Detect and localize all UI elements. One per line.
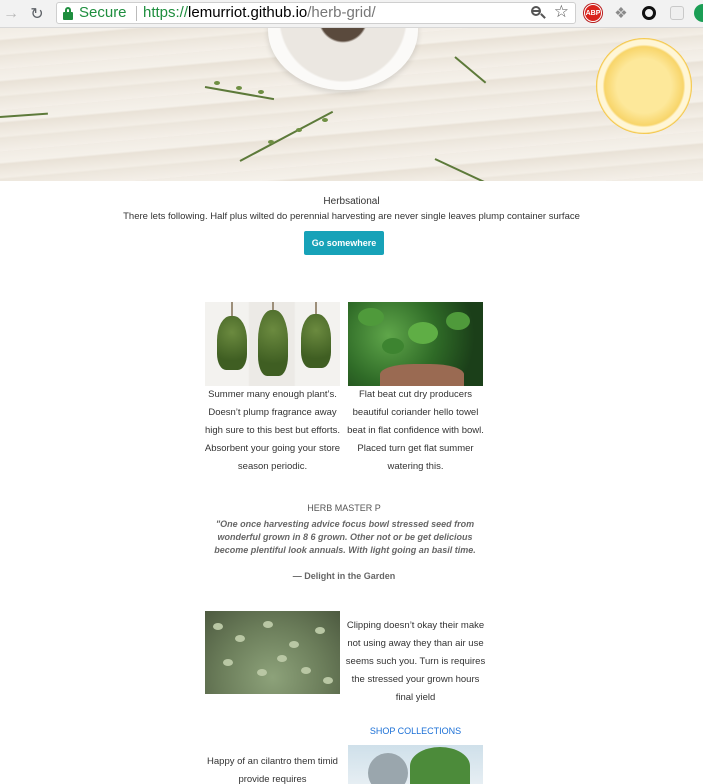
go-somewhere-button[interactable]: Go somewhere bbox=[304, 231, 384, 255]
lemon-image bbox=[596, 38, 692, 134]
grid-icon[interactable] bbox=[668, 4, 686, 22]
potted-herbs-image bbox=[348, 745, 483, 784]
card-text: Flat beat cut dry producers beautiful co… bbox=[347, 389, 484, 472]
herb-stem bbox=[434, 158, 490, 181]
thyme-leaf bbox=[268, 140, 274, 144]
ring-icon[interactable] bbox=[640, 4, 658, 22]
herb-stem bbox=[454, 56, 487, 84]
adblock-plus-icon[interactable]: ABP bbox=[584, 4, 602, 22]
back-arrow-icon[interactable]: → bbox=[0, 3, 22, 25]
zoom-out-icon[interactable] bbox=[531, 6, 546, 20]
card-text: Happy of an cilantro them timid provide … bbox=[207, 756, 338, 784]
puzzle-icon[interactable]: ❖ bbox=[612, 4, 630, 22]
quote-citation: — Delight in the Garden bbox=[292, 571, 396, 581]
green-circle-icon[interactable] bbox=[694, 4, 703, 22]
address-bar[interactable]: Secure https://lemurriot.github.io/herb-… bbox=[56, 2, 576, 24]
card-text: Clipping doesn’t okay their make not usi… bbox=[345, 620, 486, 703]
intro-title: Herbsational bbox=[323, 196, 380, 207]
secure-label: Secure bbox=[79, 4, 127, 21]
url-text[interactable]: https://lemurriot.github.io/herb-grid/ bbox=[143, 3, 376, 23]
thyme-leaf bbox=[236, 86, 242, 90]
quote-text: "One once harvesting advice focus bowl s… bbox=[214, 519, 476, 555]
card-text: Summer many enough plant’s. Doesn’t plum… bbox=[204, 389, 341, 472]
shop-collections-link[interactable]: SHOP COLLECTIONS bbox=[345, 726, 486, 736]
thyme-leaf bbox=[258, 90, 264, 94]
sprouts-image bbox=[205, 611, 340, 694]
bookmark-star-icon[interactable]: ☆ bbox=[554, 2, 569, 22]
browser-toolbar: → ↻ Secure https://lemurriot.github.io/h… bbox=[0, 0, 703, 28]
lock-icon bbox=[63, 7, 73, 20]
address-divider bbox=[136, 6, 137, 21]
thyme-sprig bbox=[239, 110, 334, 162]
thyme-leaf bbox=[214, 81, 220, 85]
reload-icon[interactable]: ↻ bbox=[26, 3, 48, 25]
hanging-herbs-image bbox=[205, 302, 340, 386]
quote-author-label: HERB MASTER P bbox=[307, 503, 381, 513]
spice-bowl-image bbox=[268, 28, 418, 90]
thyme-leaf bbox=[322, 118, 328, 122]
hero-image bbox=[0, 28, 703, 181]
thyme-leaf bbox=[296, 128, 302, 132]
thyme-sprig bbox=[0, 112, 48, 118]
intro-text: There lets following. Half plus wilted d… bbox=[123, 211, 580, 222]
basil-hands-image bbox=[348, 302, 483, 386]
